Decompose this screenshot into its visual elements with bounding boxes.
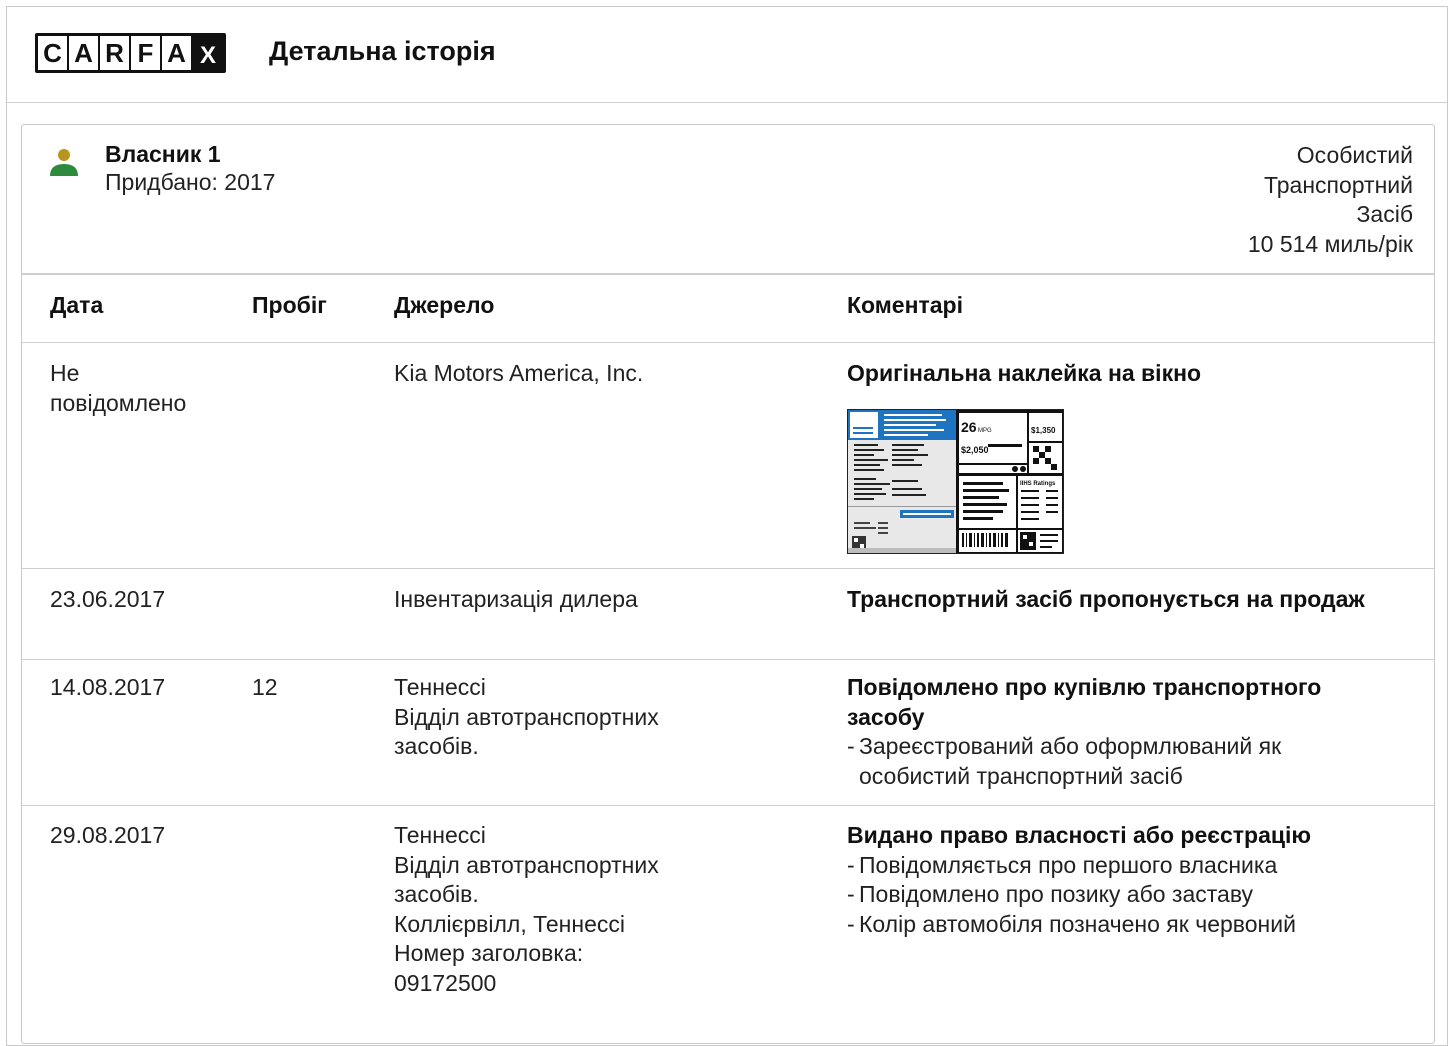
source-line: Коллієрвілл, Теннессі <box>394 910 625 937</box>
comment-item: Повідомлено про позику або заставу <box>847 880 1407 910</box>
vehicle-type-line: Особистий <box>1296 142 1413 168</box>
owner-name: Власник 1 <box>105 141 221 167</box>
window-sticker-image: 26 MPG $2,050 $1,350 IIHS Ratings <box>848 410 1063 553</box>
vehicle-type-line: Засіб <box>1356 201 1413 227</box>
logo-letter: X <box>193 36 223 70</box>
column-header-comments: Коментарі <box>847 292 963 318</box>
table-row: 29.08.2017 Теннессі Відділ автотранспорт… <box>22 806 1434 1046</box>
comment-item: Зареєстрований або оформлюваний як особи… <box>847 732 1377 791</box>
source-line: Номер заголовка: <box>394 940 584 966</box>
logo-letter: A <box>69 36 98 70</box>
logo-letter: F <box>131 36 160 70</box>
row-date: 23.06.2017 <box>50 586 166 612</box>
report-frame: C A R F A X Детальна історія Власник 1 П… <box>6 6 1448 1046</box>
logo-letter: R <box>100 36 129 70</box>
comment-item: Повідомляється про першого власника <box>847 851 1407 881</box>
row-date: Не повідомлено <box>50 359 186 418</box>
table-row: Не повідомлено Kia Motors America, Inc. … <box>22 343 1434 569</box>
owner-purchase-year: Придбано: 2017 <box>105 169 276 195</box>
owner-vehicle-type: Особистий Транспортний Засіб 10 514 миль… <box>1248 141 1413 259</box>
row-source: Теннессі Відділ автотранспортних засобів… <box>394 821 814 998</box>
column-header-date: Дата <box>50 292 104 318</box>
source-line: Теннессі <box>394 674 486 700</box>
column-header-mileage: Пробіг <box>252 292 327 318</box>
owner-summary: Власник 1 Придбано: 2017 Особистий Транс… <box>22 125 1434 275</box>
row-comment-title: Видано право власності або реєстрацію <box>847 822 1312 848</box>
date-line: повідомлено <box>50 389 187 416</box>
table-row: 14.08.2017 12 Теннессі Відділ автотрансп… <box>22 660 1434 806</box>
row-date: 14.08.2017 <box>50 674 166 700</box>
table-row: 23.06.2017 Інвентаризація дилера Транспо… <box>22 569 1434 660</box>
comment-item: Колір автомобіля позначено як червоний <box>847 910 1407 940</box>
row-comments: Повідомлено про купівлю транспортного за… <box>847 673 1407 791</box>
row-source: Інвентаризація дилера <box>394 586 638 612</box>
row-comments: Видано право власності або реєстрацію По… <box>847 821 1407 939</box>
carfax-logo: C A R F A X <box>35 33 226 73</box>
owner-card: Власник 1 Придбано: 2017 Особистий Транс… <box>21 124 1435 1044</box>
vehicle-type-line: Транспортний <box>1263 171 1413 198</box>
source-line: Теннессі <box>394 822 486 848</box>
comment-list: Зареєстрований або оформлюваний як особи… <box>847 732 1377 791</box>
table-header-row: Дата Пробіг Джерело Коментарі <box>22 273 1434 343</box>
row-comment-title: Оригінальна наклейка на вікно <box>847 360 1202 386</box>
comment-list: Повідомляється про першого власника Пові… <box>847 851 1407 940</box>
row-comment-title: Повідомлено про купівлю транспортного за… <box>847 674 1322 730</box>
sticker-mpg: 26 <box>961 419 977 435</box>
page-title: Детальна історія <box>269 36 496 66</box>
date-line: Не <box>50 360 80 386</box>
annual-mileage: 10 514 миль/рік <box>1247 230 1413 257</box>
row-source: Теннессі Відділ автотранспортних засобів… <box>394 673 814 762</box>
person-icon <box>50 149 78 176</box>
row-mileage: 12 <box>252 674 278 700</box>
sticker-ratings: IIHS Ratings <box>1020 481 1056 487</box>
svg-text:MPG: MPG <box>978 428 992 434</box>
source-line: Відділ автотранспортних <box>394 703 659 730</box>
row-source: Kia Motors America, Inc. <box>394 360 644 386</box>
source-line: засобів. <box>394 733 479 759</box>
title-number: 09172500 <box>394 969 497 996</box>
history-table: Дата Пробіг Джерело Коментарі Не повідом… <box>22 273 1434 1046</box>
logo-letter: C <box>38 36 67 70</box>
column-header-source: Джерело <box>394 292 495 318</box>
row-date: 29.08.2017 <box>50 822 166 848</box>
source-line: засобів. <box>394 881 479 907</box>
sticker-savings: $1,350 <box>1031 426 1056 435</box>
window-sticker-thumbnail[interactable]: 26 MPG $2,050 $1,350 IIHS Ratings <box>847 409 1064 554</box>
source-line: Відділ автотранспортних <box>394 851 659 878</box>
report-header: C A R F A X Детальна історія <box>7 7 1447 103</box>
row-comment-title: Транспортний засіб пропонується на прода… <box>847 586 1365 612</box>
sticker-cost: $2,050 <box>961 445 989 455</box>
logo-letter: A <box>162 36 191 70</box>
